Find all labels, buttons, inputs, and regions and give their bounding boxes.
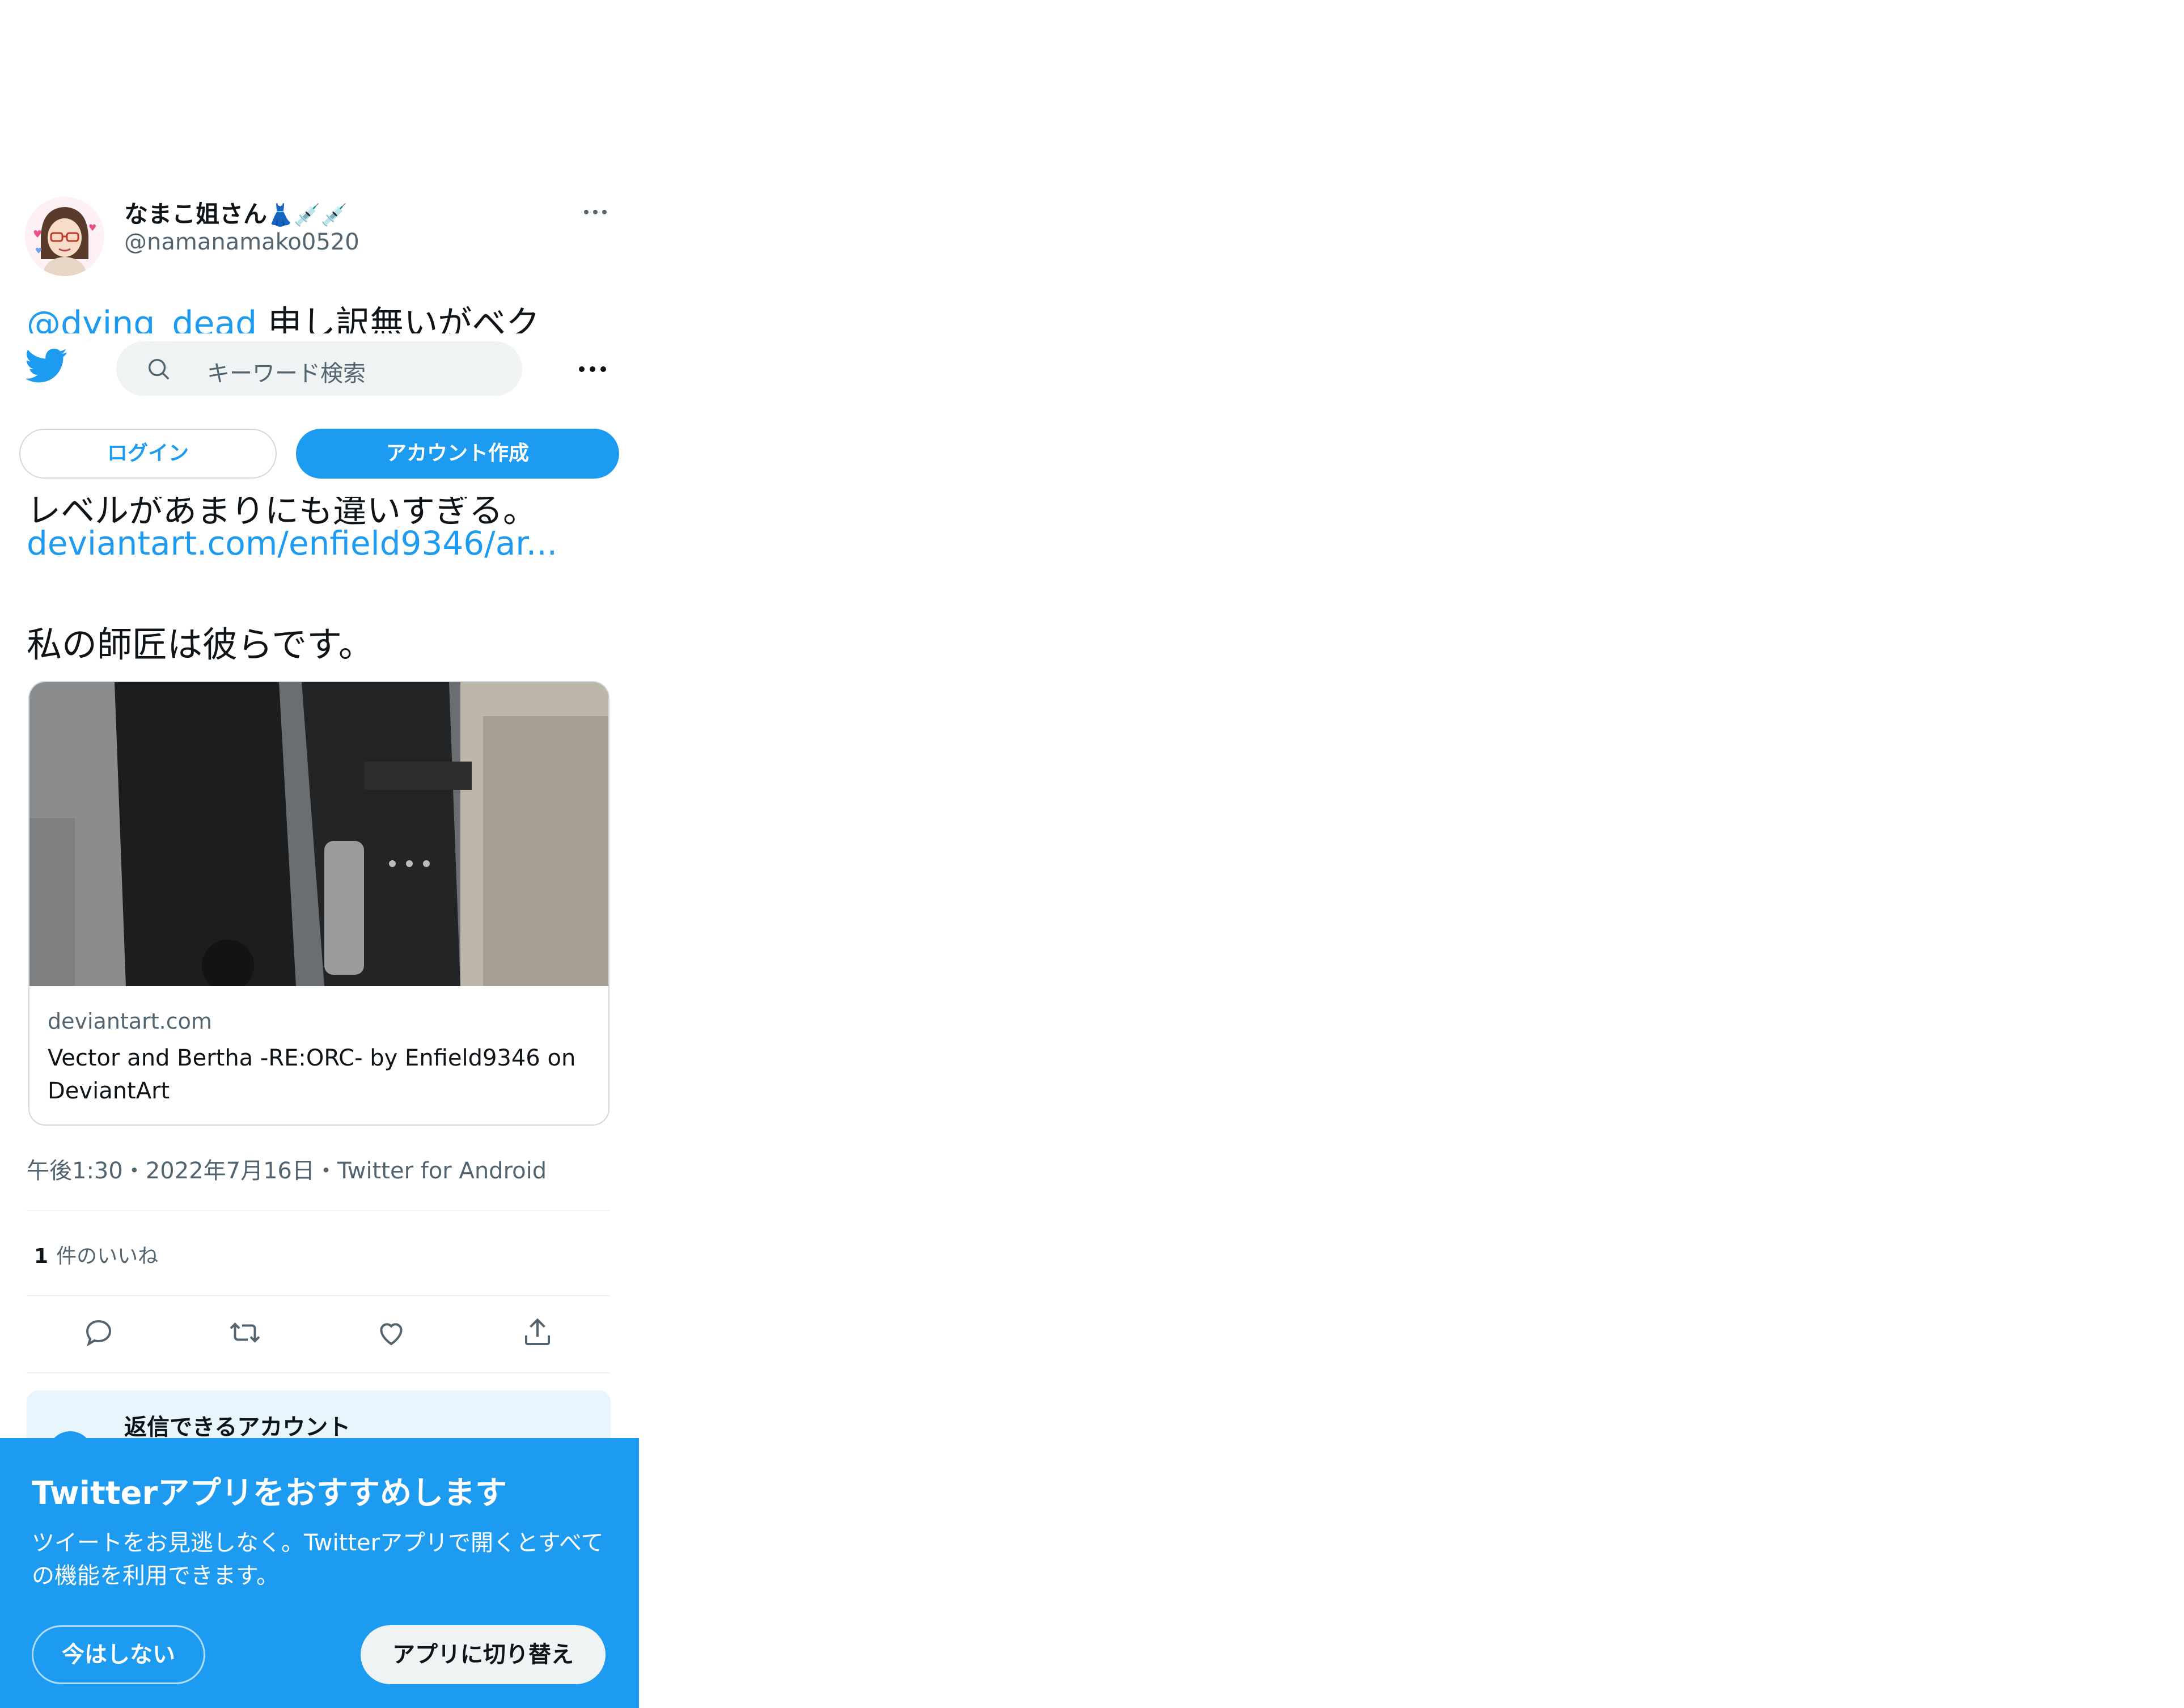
display-name[interactable]: なまこ姐さん👗💉💉 [124, 195, 348, 230]
search-icon [148, 358, 170, 380]
retweet-icon[interactable] [228, 1316, 262, 1350]
app-promo-banner: Twitterアプリをおすすめします ツイートをお見逃しなく。Twitterアプ… [0, 1438, 639, 1708]
card-title: Vector and Bertha -RE:ORC- by Enfield934… [48, 1045, 576, 1104]
share-icon[interactable] [520, 1316, 555, 1350]
svg-text:♥: ♥ [35, 247, 43, 256]
display-name-text: なまこ姐さん [124, 200, 268, 228]
divider [27, 1372, 611, 1373]
name-emoji: 👗💉💉 [267, 202, 348, 227]
divider [27, 1210, 611, 1211]
card-domain: deviantart.com [48, 1009, 212, 1034]
search-input[interactable]: キーワード検索 [116, 341, 522, 396]
tweet-timestamp[interactable]: 午後1:30・2022年7月16日・Twitter for Android [27, 1152, 547, 1185]
avatar-illustration: ♥ ♥ ♥ [25, 197, 104, 276]
not-now-button[interactable]: 今はしない [32, 1625, 205, 1684]
tweet-text-line-last: 私の師匠は彼らです。 [27, 624, 374, 665]
reply-permission-title: 返信できるアカウント [124, 1414, 351, 1440]
user-avatar[interactable]: ♥ ♥ ♥ [25, 197, 104, 276]
reply-icon[interactable] [82, 1316, 116, 1350]
user-handle[interactable]: @namanamako0520 [124, 229, 359, 255]
tweet-url-link[interactable]: deviantart.com/enfield9346/ar... [27, 524, 557, 563]
banner-title: Twitterアプリをおすすめします [32, 1475, 507, 1512]
more-menu-icon[interactable] [575, 357, 610, 380]
more-options-icon[interactable] [578, 200, 612, 223]
svg-text:♥: ♥ [33, 229, 42, 240]
likes-number: 1 [34, 1245, 49, 1268]
login-button[interactable]: ログイン [19, 429, 277, 479]
switch-to-app-button[interactable]: アプリに切り替え [361, 1625, 606, 1684]
svg-text:♥: ♥ [88, 222, 96, 233]
twitter-logo-icon[interactable] [25, 348, 68, 383]
page-column: ♥ ♥ ♥ なまこ姐さん👗💉💉 @namanamako0520 @dying_d… [0, 0, 639, 1708]
link-preview-card[interactable]: deviantart.com Vector and Bertha -RE:ORC… [28, 681, 610, 1126]
divider [27, 1295, 611, 1296]
search-placeholder: キーワード検索 [207, 361, 366, 387]
banner-description: ツイートをお見逃しなく。Twitterアプリで開くとすべての機能を利用できます。 [32, 1530, 604, 1589]
likes-label: 件のいいね [56, 1245, 159, 1268]
like-heart-icon[interactable] [374, 1316, 408, 1350]
likes-count[interactable]: 1 件のいいね [34, 1240, 158, 1269]
signup-button[interactable]: アカウント作成 [296, 429, 619, 479]
card-thumbnail-image [29, 682, 608, 986]
